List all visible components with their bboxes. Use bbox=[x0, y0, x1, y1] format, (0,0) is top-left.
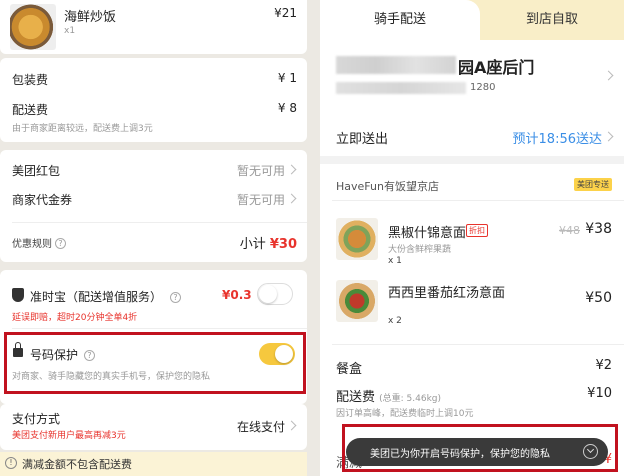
insurance-toggle[interactable] bbox=[257, 283, 293, 305]
dish-thumbnail bbox=[336, 280, 378, 322]
subtotal-value: ¥30 bbox=[269, 237, 297, 252]
box-label: 餐盒 bbox=[336, 362, 363, 377]
box-value: ¥2 bbox=[595, 358, 612, 373]
divider bbox=[332, 344, 624, 345]
promo-rules-label: 优惠规则 bbox=[12, 239, 52, 250]
chevron-right-icon bbox=[603, 70, 614, 81]
dish-qty: x 2 bbox=[388, 316, 402, 326]
toggle-knob bbox=[259, 285, 277, 303]
notice-bar: ! 满减金额不包含配送费 bbox=[0, 452, 307, 476]
delivery-fee-label: 配送费 (总重: 5.46kg) bbox=[336, 386, 441, 405]
divider bbox=[332, 200, 624, 201]
discounts-card: 美团红包 暂无可用 商家代金券 暂无可用 优惠规则? 小计 ¥30 bbox=[0, 150, 307, 262]
dish-name: 黑椒什锦意面 bbox=[388, 226, 467, 241]
delivery-fee-note: 由于商家距离较远，配送费上调3元 bbox=[12, 124, 153, 134]
help-icon[interactable]: ? bbox=[55, 238, 66, 249]
shop-name: HaveFun有饭望京店 bbox=[336, 180, 439, 193]
delivery-fee-value: ¥ 8 bbox=[277, 101, 297, 115]
chevron-right-icon bbox=[603, 131, 614, 142]
delivery-fee-label-text: 配送费 bbox=[336, 390, 376, 405]
delivery-tabs: 骑手配送 到店自取 bbox=[320, 0, 624, 40]
payment-promo: 美团支付新用户最高再减3元 bbox=[12, 431, 126, 441]
address-blur-1 bbox=[336, 56, 456, 74]
dish-price: ¥50 bbox=[585, 290, 612, 306]
payment-card[interactable]: 支付方式 在线支付 美团支付新用户最高再减3元 bbox=[0, 404, 307, 450]
tab-delivery[interactable]: 骑手配送 bbox=[320, 0, 480, 40]
address-card[interactable]: 园A座后门 1280 立即送出 预计18:56送达 bbox=[320, 40, 624, 156]
insurance-desc: 延误即赔，超时20分钟全单4折 bbox=[12, 313, 138, 323]
send-time-label: 立即送出 bbox=[336, 132, 389, 147]
delivery-fee-note: 因订单高峰，配送费临时上调10元 bbox=[336, 409, 474, 419]
send-time-value[interactable]: 预计18:56送达 bbox=[513, 128, 602, 147]
red-packet-value: 暂无可用 bbox=[236, 164, 285, 178]
left-order-panel: 海鲜炒饭 x1 ¥21 包装费 ¥ 1 配送费 ¥ 8 由于商家距离较远，配送费… bbox=[0, 0, 312, 476]
address-phone: 1280 bbox=[470, 82, 496, 93]
dish-qty: x 1 bbox=[388, 256, 402, 266]
dish-tag: 折扣 bbox=[466, 224, 488, 237]
subtotal: 小计 ¥30 bbox=[240, 233, 297, 252]
privacy-highlight-box bbox=[4, 332, 306, 394]
item-price: ¥21 bbox=[274, 6, 297, 20]
food-thumbnail bbox=[10, 4, 56, 50]
packing-fee-value: ¥ 1 bbox=[277, 71, 297, 85]
dish-price: ¥38 bbox=[585, 221, 612, 237]
item-qty: x1 bbox=[64, 26, 76, 36]
dish-orig-price: ¥48 bbox=[559, 224, 580, 237]
dish-name: 西西里番茄红汤意面 bbox=[388, 286, 506, 301]
packing-fee-label: 包装费 bbox=[12, 73, 49, 87]
right-order-panel: 骑手配送 到店自取 园A座后门 1280 立即送出 预计18:56送达 Have… bbox=[320, 0, 624, 476]
help-icon[interactable]: ? bbox=[170, 292, 182, 303]
voucher-row[interactable]: 商家代金券 暂无可用 bbox=[0, 186, 307, 222]
divider bbox=[12, 328, 307, 329]
notice-text: 满减金额不包含配送费 bbox=[22, 458, 132, 471]
shield-icon bbox=[12, 288, 24, 302]
voucher-value: 暂无可用 bbox=[236, 193, 285, 207]
toast-highlight-box bbox=[342, 424, 618, 472]
fees-card: 包装费 ¥ 1 配送费 ¥ 8 由于商家距离较远，配送费上调3元 bbox=[0, 58, 307, 142]
shop-badge: 美团专送 bbox=[574, 178, 612, 191]
order-items-card: 海鲜炒饭 x1 ¥21 bbox=[0, 0, 307, 54]
address-title: 园A座后门 bbox=[458, 58, 535, 77]
tab-pickup[interactable]: 到店自取 bbox=[480, 0, 624, 40]
address-blur-2 bbox=[336, 82, 466, 94]
tab-delivery-label: 骑手配送 bbox=[373, 12, 426, 27]
dish-thumbnail bbox=[336, 218, 378, 260]
subtotal-label: 小计 bbox=[239, 237, 266, 252]
delivery-fee-value: ¥10 bbox=[587, 386, 612, 401]
warning-icon: ! bbox=[5, 457, 17, 469]
delivery-fee-label: 配送费 bbox=[12, 103, 49, 117]
delivery-weight: (总重: 5.46kg) bbox=[379, 394, 442, 404]
tab-pickup-label: 到店自取 bbox=[525, 12, 578, 27]
red-packet-row[interactable]: 美团红包 暂无可用 bbox=[0, 150, 307, 186]
item-name: 海鲜炒饭 bbox=[64, 10, 117, 25]
insurance-title-text: 准时宝（配送增值服务） bbox=[30, 290, 163, 304]
dish-sub: 大份含鲜榨果蔬 bbox=[388, 245, 452, 255]
divider bbox=[12, 222, 307, 223]
